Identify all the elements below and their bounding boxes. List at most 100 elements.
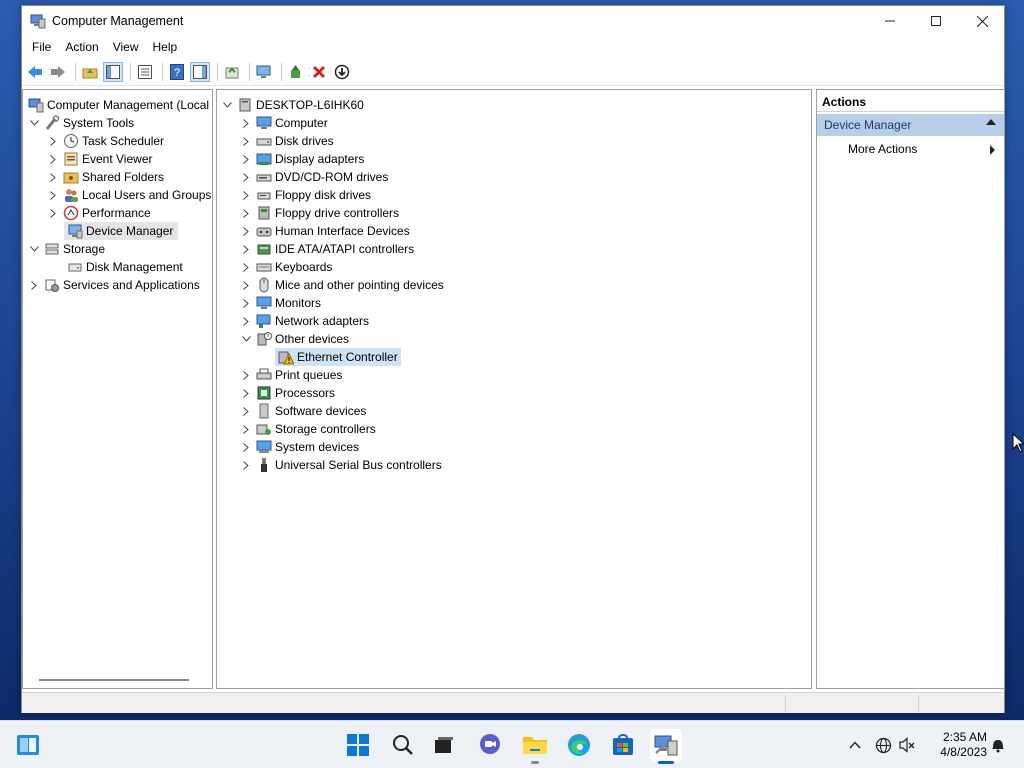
- task-view-icon[interactable]: [428, 729, 460, 761]
- device-category-other-devices[interactable]: ? Other devices: [239, 330, 349, 348]
- chevron-right-icon[interactable]: [239, 114, 253, 132]
- show-hide-console-tree-icon[interactable]: [103, 62, 123, 82]
- system-clock[interactable]: 2:35 AM 4/8/2023: [927, 730, 987, 760]
- tree-item-device-manager[interactable]: Device Manager: [64, 222, 179, 240]
- chevron-down-icon[interactable]: [239, 330, 253, 348]
- start-icon[interactable]: [342, 729, 374, 761]
- device-category-print-queues[interactable]: Print queues: [239, 366, 342, 384]
- tree-item-performance[interactable]: Performance: [46, 204, 151, 222]
- properties-icon[interactable]: [135, 62, 155, 82]
- chevron-right-icon[interactable]: [239, 150, 253, 168]
- chevron-right-icon[interactable]: [239, 456, 253, 474]
- desktop-icon-edge[interactable]: [0, 118, 22, 136]
- device-category-keyboards[interactable]: Keyboards: [239, 258, 332, 276]
- menu-action[interactable]: Action: [58, 40, 105, 54]
- search-icon[interactable]: [387, 729, 419, 761]
- maximize-button[interactable]: [913, 6, 959, 36]
- device-category-floppy-drive-controllers[interactable]: Floppy drive controllers: [239, 204, 399, 222]
- notification-icon[interactable]: [988, 735, 1008, 755]
- chat-icon[interactable]: [474, 729, 506, 761]
- device-category-disk-drives[interactable]: Disk drives: [239, 132, 334, 150]
- chevron-right-icon[interactable]: [46, 132, 60, 150]
- chevron-right-icon[interactable]: [239, 186, 253, 204]
- device-category-universal-serial-bus-controllers[interactable]: Universal Serial Bus controllers: [239, 456, 442, 474]
- tree-item-local-users[interactable]: Local Users and Groups: [46, 186, 211, 204]
- device-category-mice-and-other-pointing-devices[interactable]: Mice and other pointing devices: [239, 276, 444, 294]
- chevron-right-icon[interactable]: [239, 204, 253, 222]
- chevron-right-icon[interactable]: [46, 204, 60, 222]
- chevron-down-icon[interactable]: [27, 114, 41, 132]
- device-category-floppy-disk-drives[interactable]: Floppy disk drives: [239, 186, 371, 204]
- chevron-right-icon[interactable]: [239, 420, 253, 438]
- chevron-right-icon[interactable]: [239, 258, 253, 276]
- device-category-display-adapters[interactable]: Display adapters: [239, 150, 364, 168]
- back-icon[interactable]: [25, 62, 45, 82]
- chevron-right-icon[interactable]: [46, 150, 60, 168]
- device-tree-root[interactable]: DESKTOP-L6IHK60: [220, 96, 364, 114]
- actions-section-device-manager[interactable]: Device Manager: [817, 114, 1004, 136]
- scan-hardware-icon[interactable]: [254, 62, 274, 82]
- chevron-right-icon[interactable]: [239, 240, 253, 258]
- tree-item-storage[interactable]: Storage: [27, 240, 105, 258]
- device-category-network-adapters[interactable]: Network adapters: [239, 312, 369, 330]
- tree-item-task-scheduler[interactable]: Task Scheduler: [46, 132, 164, 150]
- menu-help[interactable]: Help: [146, 40, 185, 54]
- chevron-up-icon[interactable]: [845, 735, 865, 755]
- chevron-right-icon[interactable]: [27, 276, 41, 294]
- device-category-system-devices[interactable]: System devices: [239, 438, 359, 456]
- forward-icon[interactable]: [48, 62, 68, 82]
- update-driver-icon[interactable]: [286, 62, 306, 82]
- device-category-processors[interactable]: Processors: [239, 384, 335, 402]
- device-category-dvd-cd-rom-drives[interactable]: DVD/CD-ROM drives: [239, 168, 388, 186]
- device-category-software-devices[interactable]: Software devices: [239, 402, 366, 420]
- network-icon[interactable]: [873, 735, 893, 755]
- chevron-right-icon[interactable]: [239, 276, 253, 294]
- tree-item-disk-management[interactable]: Disk Management: [64, 258, 183, 276]
- device-category-ide-ata-atapi-controllers[interactable]: IDE ATA/ATAPI controllers: [239, 240, 414, 258]
- show-hide-action-pane-icon[interactable]: [190, 62, 210, 82]
- device-category-computer[interactable]: Computer: [239, 114, 328, 132]
- edge-icon[interactable]: [563, 729, 595, 761]
- menu-view[interactable]: View: [106, 40, 146, 54]
- tree-item-system-tools[interactable]: System Tools: [27, 114, 134, 132]
- chevron-down-icon[interactable]: [27, 240, 41, 258]
- tree-item-shared-folders[interactable]: Shared Folders: [46, 168, 164, 186]
- title-bar[interactable]: Computer Management: [22, 6, 1004, 36]
- chevron-right-icon[interactable]: [46, 168, 60, 186]
- chevron-right-icon[interactable]: [239, 384, 253, 402]
- chevron-right-icon[interactable]: [239, 222, 253, 240]
- tree-item-services[interactable]: Services and Applications: [27, 276, 200, 294]
- disable-device-icon[interactable]: [332, 62, 352, 82]
- device-category-monitors[interactable]: Monitors: [239, 294, 321, 312]
- file-explorer-icon[interactable]: [519, 729, 551, 764]
- close-button[interactable]: [959, 6, 1005, 36]
- device-category-human-interface-devices[interactable]: Human Interface Devices: [239, 222, 410, 240]
- up-folder-icon[interactable]: [80, 62, 100, 82]
- chevron-right-icon[interactable]: [46, 186, 60, 204]
- minimize-button[interactable]: [867, 6, 913, 36]
- chevron-right-icon[interactable]: [239, 438, 253, 456]
- submenu-arrow-icon[interactable]: [990, 145, 995, 155]
- chevron-right-icon[interactable]: [239, 312, 253, 330]
- chevron-right-icon[interactable]: [239, 132, 253, 150]
- device-category-storage-controllers[interactable]: Storage controllers: [239, 420, 376, 438]
- chevron-down-icon[interactable]: [220, 96, 234, 114]
- widgets-icon[interactable]: [12, 729, 44, 761]
- export-list-icon[interactable]: [222, 62, 242, 82]
- menu-file[interactable]: File: [25, 40, 58, 54]
- tree-item-event-viewer[interactable]: Event Viewer: [46, 150, 152, 168]
- volume-muted-icon[interactable]: [898, 735, 918, 755]
- collapse-triangle-icon[interactable]: [986, 119, 996, 125]
- more-actions-item[interactable]: More Actions: [848, 142, 917, 156]
- chevron-right-icon[interactable]: [239, 294, 253, 312]
- horizontal-scrollbar[interactable]: [39, 679, 189, 681]
- desktop-icon-recycle[interactable]: [0, 58, 22, 76]
- chevron-right-icon[interactable]: [239, 366, 253, 384]
- chevron-right-icon[interactable]: [239, 168, 253, 186]
- device-ethernet-controller[interactable]: Ethernet Controller: [275, 348, 401, 366]
- tree-item-root[interactable]: Computer Management (Local: [25, 96, 209, 114]
- store-icon[interactable]: [607, 729, 639, 761]
- help-icon[interactable]: ?: [167, 62, 187, 82]
- computer-management-taskbar-icon[interactable]: [650, 729, 682, 764]
- uninstall-device-icon[interactable]: [309, 62, 329, 82]
